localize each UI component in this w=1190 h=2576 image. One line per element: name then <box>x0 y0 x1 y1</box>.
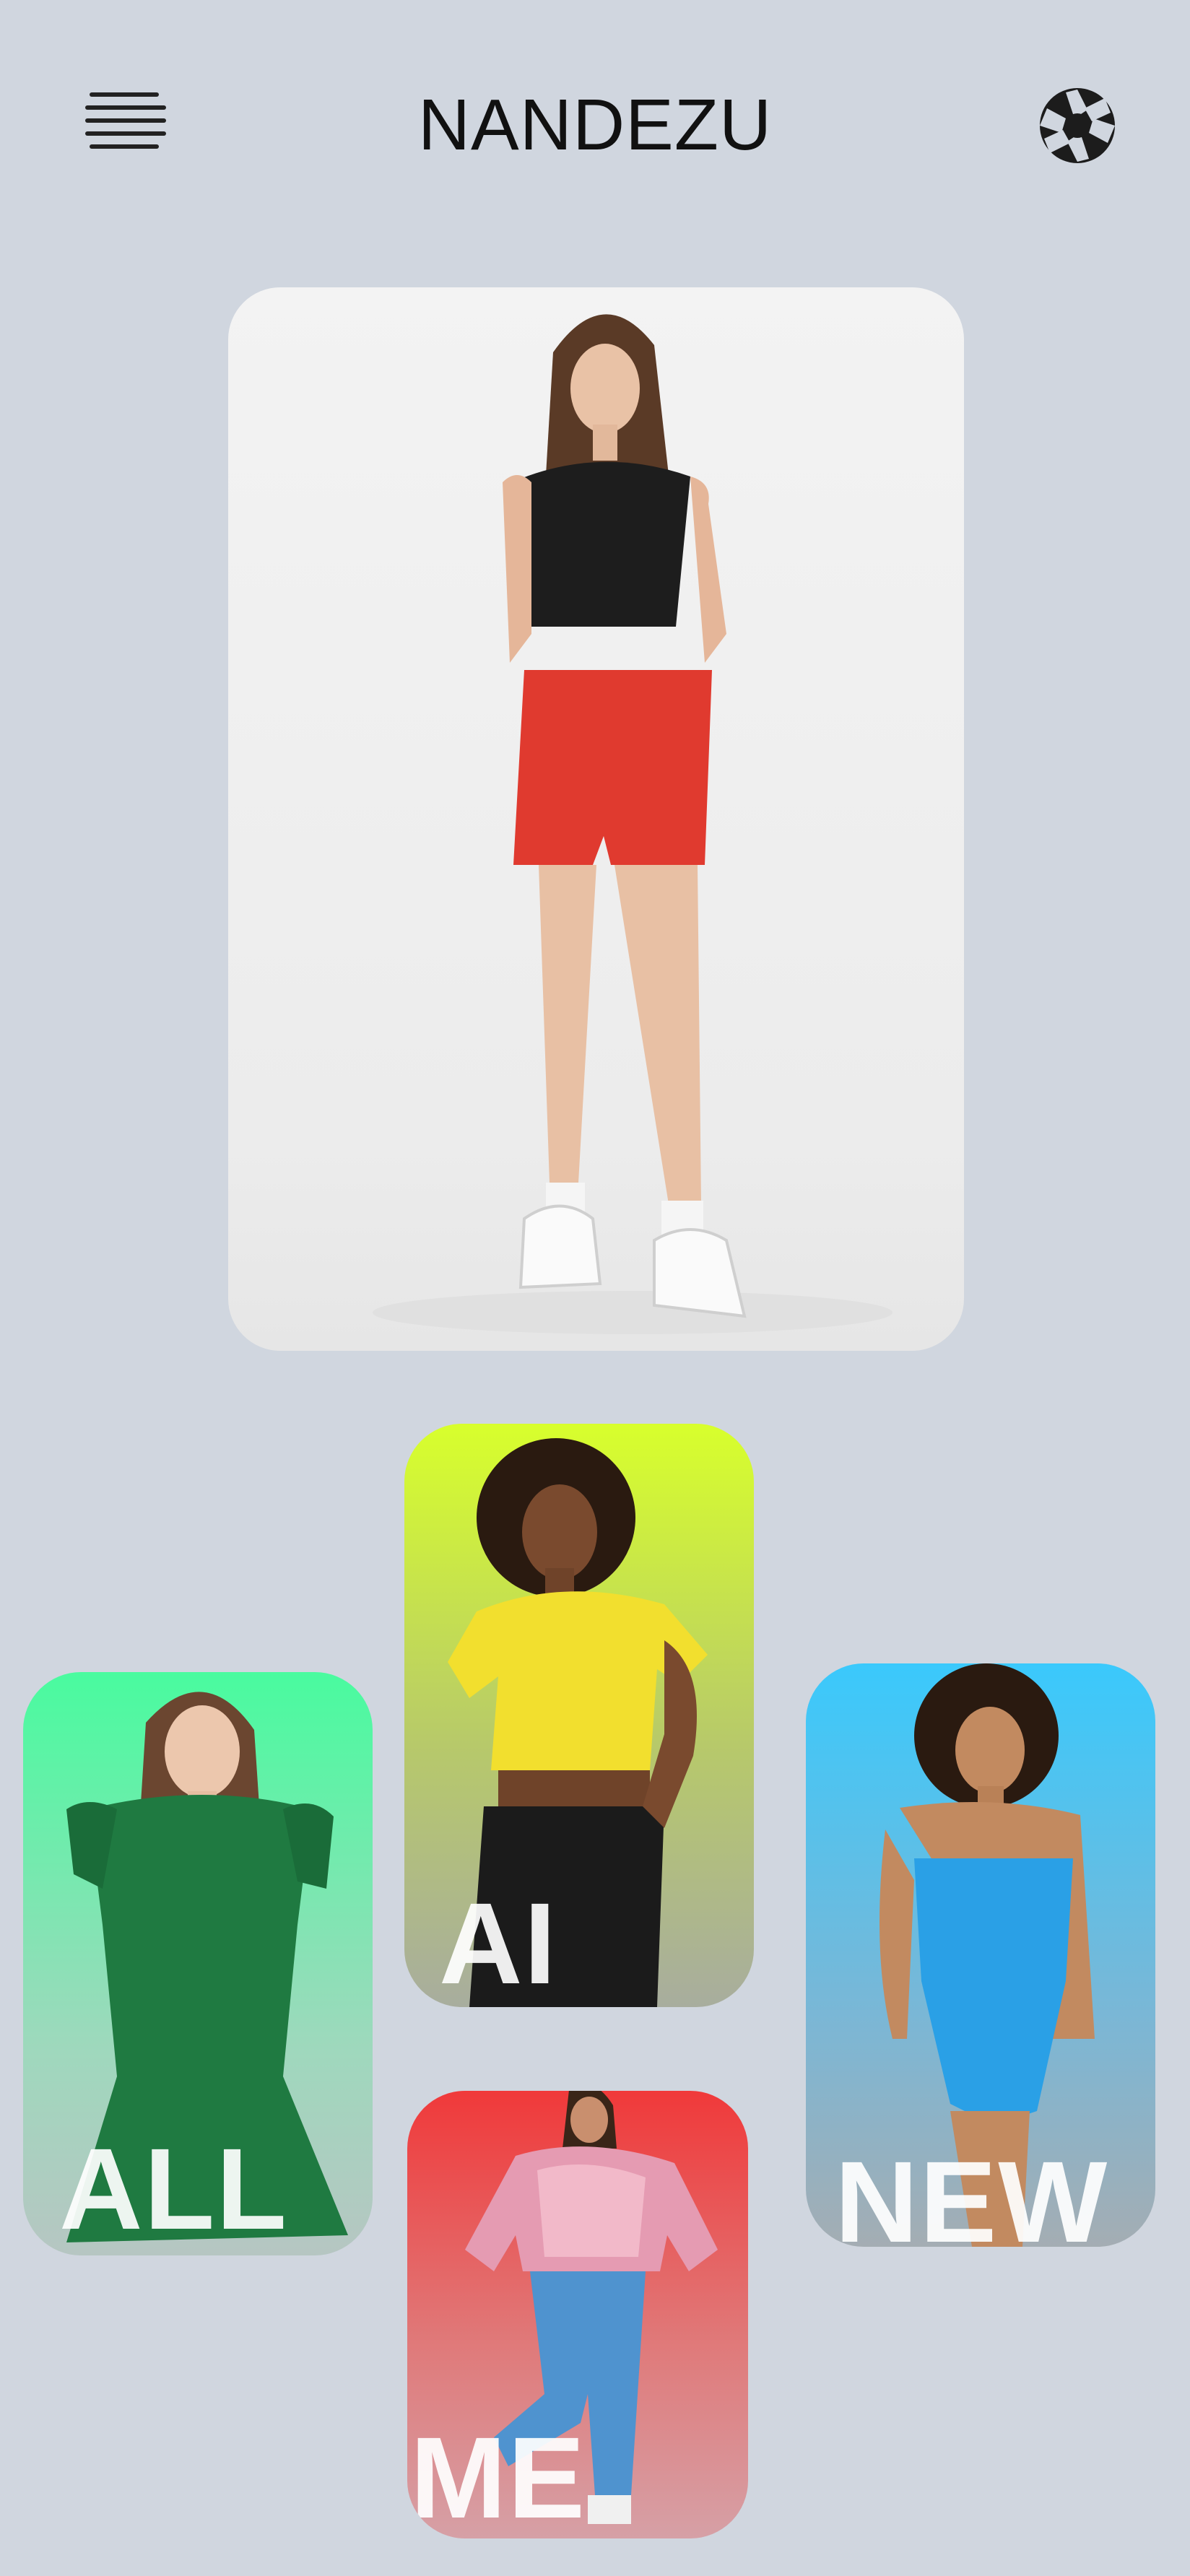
all-tile-label: ALL <box>59 2124 289 2253</box>
hero-product-card[interactable] <box>228 287 964 1351</box>
camera-aperture-icon <box>1040 88 1115 163</box>
app-title: NANDEZU <box>417 84 773 165</box>
me-tile-label: ME <box>410 2413 586 2538</box>
new-category-tile[interactable]: NEW <box>806 1663 1155 2247</box>
hero-model-image <box>373 314 892 1334</box>
camera-button[interactable] <box>1037 85 1118 166</box>
ai-tile-label: AI <box>439 1879 557 2007</box>
all-category-tile[interactable]: ALL <box>23 1672 373 2255</box>
me-category-tile[interactable]: ME <box>407 2091 748 2538</box>
new-tile-label: NEW <box>835 2137 1109 2248</box>
ai-category-tile[interactable]: AI <box>404 1424 754 2007</box>
